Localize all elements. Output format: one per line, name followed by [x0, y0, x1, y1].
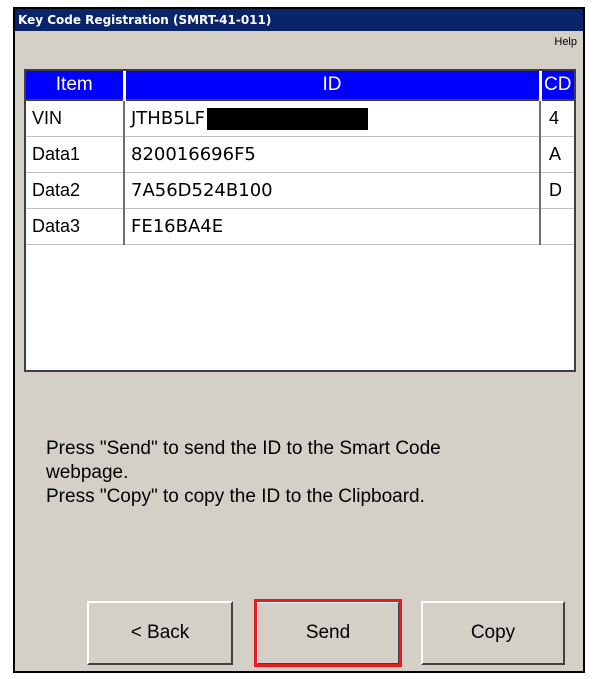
cell-id: 820016696F5: [124, 136, 541, 173]
id-table-container: Item ID CD VIN JTHB5LF 4 Data1 820016696…: [24, 69, 576, 372]
instructions-text: Press "Send" to send the ID to the Smart…: [46, 437, 566, 509]
cell-cd: [540, 208, 574, 245]
cell-cd: 4: [540, 100, 574, 137]
copy-button[interactable]: Copy: [421, 601, 565, 665]
key-code-registration-window: Key Code Registration (SMRT-41-011) Help…: [13, 7, 585, 673]
table-row-data1: Data1 820016696F5 A: [26, 136, 574, 173]
table-row-data3: Data3 FE16BA4E: [26, 208, 574, 245]
help-menu[interactable]: Help: [554, 36, 577, 48]
cell-id: 7A56D524B100: [124, 172, 541, 209]
window-title-bar: Key Code Registration (SMRT-41-011): [15, 9, 583, 31]
cell-id: FE16BA4E: [124, 208, 541, 245]
back-button[interactable]: < Back: [87, 601, 233, 665]
window-title: Key Code Registration (SMRT-41-011): [18, 13, 272, 27]
cell-id: JTHB5LF: [124, 100, 541, 137]
column-header-item: Item: [26, 71, 126, 101]
table-row-vin: VIN JTHB5LF 4: [26, 100, 574, 137]
cell-cd: A: [540, 136, 574, 173]
cell-item: Data3: [26, 208, 125, 245]
redaction-bar: [207, 107, 369, 130]
id-table: Item ID CD VIN JTHB5LF 4 Data1 820016696…: [26, 71, 574, 245]
cell-item: Data1: [26, 136, 125, 173]
cell-item: Data2: [26, 172, 125, 209]
cell-cd: D: [540, 172, 574, 209]
column-header-cd: CD: [540, 71, 574, 101]
send-button[interactable]: Send: [254, 599, 402, 667]
cell-id-text: JTHB5LF: [131, 107, 206, 129]
menu-bar: Help: [15, 31, 583, 59]
cell-item: VIN: [26, 100, 125, 137]
table-row-data2: Data2 7A56D524B100 D: [26, 172, 574, 209]
column-header-id: ID: [124, 71, 542, 101]
instruction-send: Press "Send" to send the ID to the Smart…: [46, 438, 441, 483]
instruction-copy: Press "Copy" to copy the ID to the Clipb…: [46, 486, 425, 507]
table-header-row: Item ID CD: [26, 71, 574, 101]
